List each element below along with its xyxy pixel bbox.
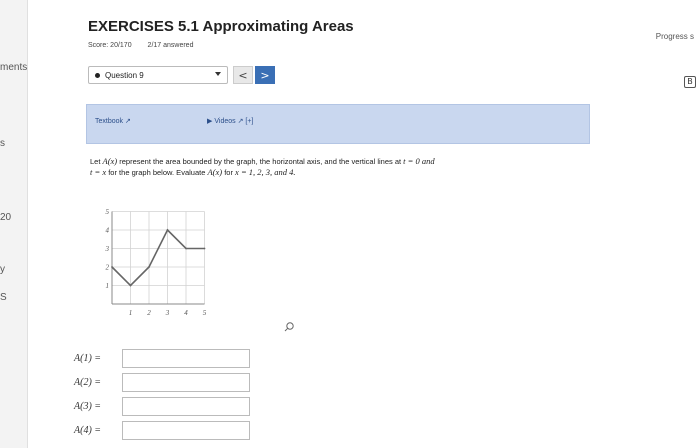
graph-ticks: 1 2 3 4 5 1 2 3 4 5 xyxy=(105,208,207,317)
progress-link[interactable]: Progress s xyxy=(656,32,694,41)
x-tick-label: 1 xyxy=(129,309,133,317)
external-link-icon: ↗ xyxy=(124,118,131,125)
graph-points xyxy=(111,229,206,287)
math-term: = x xyxy=(92,167,107,177)
prompt-text: represent the area bounded by the graph,… xyxy=(117,157,404,166)
answer-input-a4[interactable] xyxy=(122,420,250,440)
videos-label: Videos xyxy=(214,118,236,125)
resource-bar: Textbook ↗ ▶ Videos ↗ [+] xyxy=(86,104,590,144)
graph-line xyxy=(111,228,205,287)
answer-row-1: A(1) = xyxy=(74,348,250,368)
answer-input-a1[interactable] xyxy=(122,348,250,368)
area-graph: 1 2 3 4 5 1 2 3 4 5 xyxy=(105,208,294,332)
graph-point xyxy=(203,247,206,250)
sidebar-item-label[interactable]: S xyxy=(0,292,7,303)
x-tick-label: 3 xyxy=(165,309,170,317)
next-question-button[interactable]: > xyxy=(255,66,275,84)
sidebar-item-label[interactable]: y xyxy=(0,264,5,275)
videos-expand[interactable]: [+] xyxy=(245,118,253,125)
graph-grid xyxy=(111,211,205,305)
edit-icon[interactable]: B xyxy=(684,76,696,88)
x-tick-label: 4 xyxy=(184,309,188,317)
answer-label: A(4) = xyxy=(74,424,102,436)
question-select[interactable]: Question 9 xyxy=(88,66,228,84)
answer-input-a3[interactable] xyxy=(122,396,250,416)
left-sidebar: ments s 20 y S xyxy=(0,0,28,448)
math-term: = 1, 2, 3, and 4. xyxy=(238,167,296,177)
answer-row-4: A(4) = xyxy=(74,420,250,440)
graph-point xyxy=(185,247,187,250)
prompt-text: for xyxy=(222,168,236,177)
x-tick-label: 2 xyxy=(147,309,151,317)
answer-row-3: A(3) = xyxy=(74,396,250,416)
y-tick-label: 1 xyxy=(106,282,110,290)
graph-point xyxy=(129,284,132,287)
graph-point xyxy=(148,266,150,268)
sidebar-item-label[interactable]: s xyxy=(0,138,5,149)
x-tick-label: 5 xyxy=(203,309,207,317)
y-tick-label: 5 xyxy=(106,208,110,216)
math-term: A(x) xyxy=(102,156,118,166)
answer-input-a2[interactable] xyxy=(122,372,250,392)
sidebar-item-label[interactable]: ments xyxy=(0,62,27,73)
score-text: Score: 20/170 xyxy=(88,42,132,49)
sidebar-item-label[interactable]: 20 xyxy=(0,212,11,223)
answered-text: 2/17 answered xyxy=(147,42,194,49)
prompt-text: for the graph below. Evaluate xyxy=(106,168,208,177)
score-line: Score: 20/170 2/17 answered xyxy=(88,42,207,49)
y-tick-label: 3 xyxy=(105,245,110,253)
answer-label: A(3) = xyxy=(74,400,102,412)
y-tick-label: 2 xyxy=(106,264,110,272)
answer-label: A(2) = xyxy=(74,376,102,388)
math-term: = 0 and xyxy=(405,156,435,166)
textbook-link[interactable]: Textbook ↗ xyxy=(95,117,131,125)
prev-question-button[interactable]: < xyxy=(233,66,253,84)
math-term: A(x) xyxy=(207,167,223,177)
answer-label: A(1) = xyxy=(74,352,102,364)
videos-link[interactable]: ▶ Videos ↗ [+] xyxy=(207,117,253,125)
y-tick-label: 4 xyxy=(106,227,110,235)
page-title: EXERCISES 5.1 Approximating Areas xyxy=(88,18,354,35)
question-prompt: Let A(x) represent the area bounded by t… xyxy=(90,156,610,178)
status-dot-icon xyxy=(95,72,100,78)
question-select-value: Question 9 xyxy=(105,70,144,80)
magnify-icon[interactable] xyxy=(284,322,294,332)
external-link-icon: ↗ xyxy=(237,118,244,125)
prompt-text: Let xyxy=(90,157,103,166)
graph-point xyxy=(166,229,169,231)
textbook-label: Textbook xyxy=(95,118,124,125)
answer-row-2: A(2) = xyxy=(74,372,250,392)
chevron-down-icon xyxy=(215,72,221,76)
video-icon: ▶ xyxy=(207,118,213,125)
graph-point xyxy=(111,266,113,268)
